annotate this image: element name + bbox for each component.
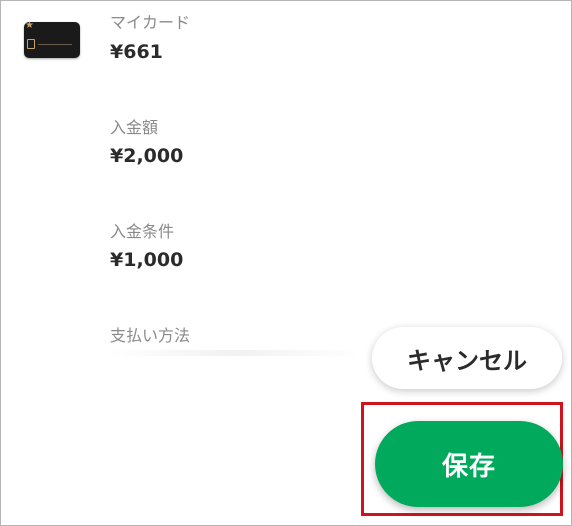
deposit-amount-label: 入金額 — [110, 118, 159, 137]
payment-method-faded-value — [110, 350, 360, 356]
cancel-button[interactable]: キャンセル — [372, 327, 562, 389]
deposit-condition-label: 入金条件 — [110, 222, 175, 241]
deposit-condition-value[interactable]: ¥1,000 — [110, 248, 183, 272]
card-balance: ¥661 — [110, 41, 163, 63]
card-label: マイカード — [110, 13, 191, 32]
card-logo-mark — [27, 39, 35, 49]
star-icon: ★ — [25, 22, 34, 31]
deposit-amount-value[interactable]: ¥2,000 — [110, 144, 183, 168]
card-thumbnail-icon: ★ — [24, 22, 80, 58]
screen: ★ マイカード ¥661 入金額 ¥2,000 入金条件 ¥1,000 支払い方… — [0, 0, 572, 526]
card-detail-line — [38, 44, 72, 45]
save-button[interactable]: 保存 — [375, 421, 563, 507]
payment-method-label: 支払い方法 — [110, 326, 191, 345]
